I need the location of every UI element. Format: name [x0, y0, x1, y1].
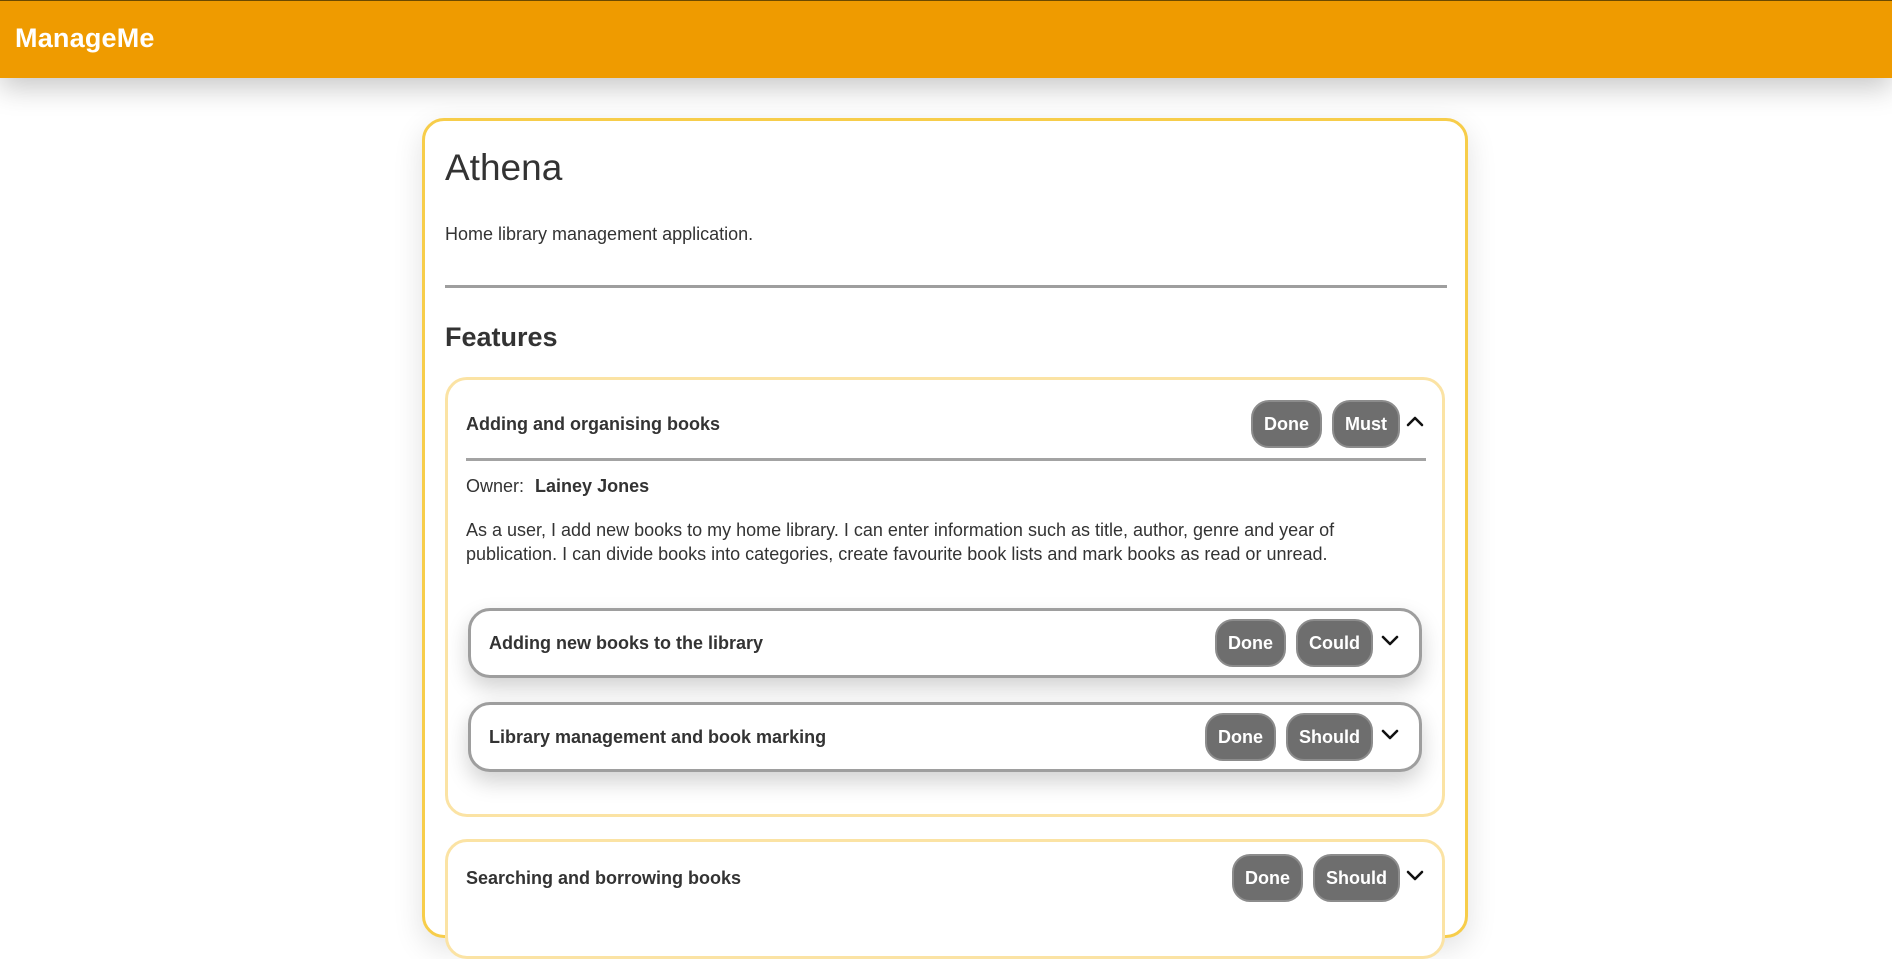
status-badge[interactable]: Done [1232, 854, 1303, 902]
project-description: Home library management application. [445, 224, 754, 244]
feature-card: Adding and organising books Done Must Ow… [445, 377, 1445, 817]
priority-badge[interactable]: Should [1313, 854, 1400, 902]
project-card: Athena Home library management applicati… [422, 118, 1468, 959]
priority-badge[interactable]: Should [1286, 713, 1373, 761]
story-badges: Done Should [1205, 713, 1373, 761]
feature-description: As a user, I add new books to my home li… [466, 520, 1335, 564]
priority-badge[interactable]: Must [1332, 400, 1400, 448]
story-badges: Done Could [1215, 619, 1373, 667]
project-title: Athena [445, 147, 563, 188]
story-header[interactable]: Library management and book marking Done… [489, 713, 1401, 761]
feature-header[interactable]: Adding and organising books Done Must [466, 400, 1426, 448]
story-card: Adding new books to the library Done Cou… [468, 608, 1422, 678]
story-card: Library management and book marking Done… [468, 702, 1422, 772]
app-brand[interactable]: ManageMe [15, 23, 155, 54]
feature-header-divider [466, 458, 1426, 461]
story-header[interactable]: Adding new books to the library Done Cou… [489, 619, 1401, 667]
status-badge[interactable]: Done [1205, 713, 1276, 761]
features-heading: Features [445, 322, 558, 352]
chevron-up-icon[interactable] [1404, 410, 1426, 432]
feature-card: Searching and borrowing books Done Shoul… [445, 839, 1445, 959]
top-navbar: ManageMe [0, 0, 1892, 78]
chevron-down-icon[interactable] [1379, 629, 1401, 651]
feature-name: Adding and organising books [466, 414, 720, 434]
status-badge[interactable]: Done [1215, 619, 1286, 667]
feature-badges: Done Must [1251, 400, 1400, 448]
feature-header[interactable]: Searching and borrowing books Done Shoul… [466, 854, 1426, 902]
divider [445, 285, 1447, 288]
feature-name: Searching and borrowing books [466, 868, 742, 888]
owner-label: Owner: [466, 476, 525, 496]
feature-badges: Done Should [1232, 854, 1400, 902]
story-name: Adding new books to the library [489, 633, 764, 653]
priority-badge[interactable]: Could [1296, 619, 1373, 667]
story-name: Library management and book marking [489, 727, 827, 747]
status-badge[interactable]: Done [1251, 400, 1322, 448]
owner-name: Lainey Jones [535, 476, 650, 496]
chevron-down-icon[interactable] [1379, 723, 1401, 745]
owner-row: Owner: Lainey Jones [466, 476, 649, 497]
chevron-down-icon[interactable] [1404, 864, 1426, 886]
